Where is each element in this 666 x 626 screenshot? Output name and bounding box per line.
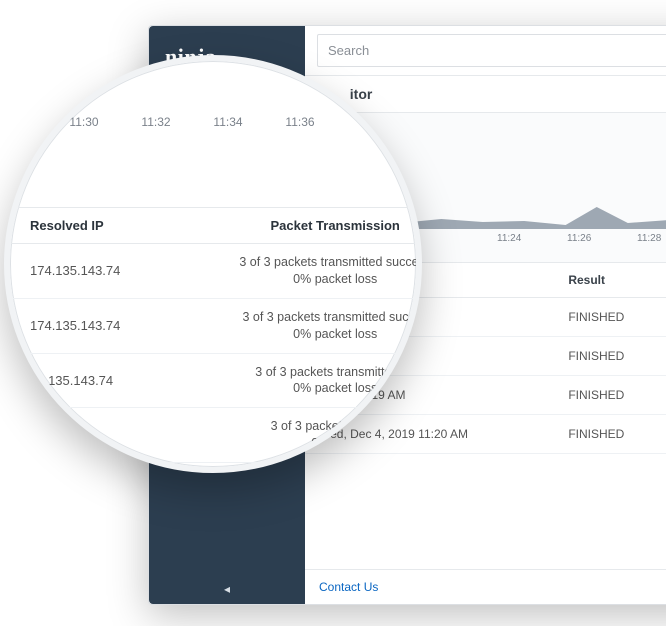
magnifier-lens: 8 11:30 11:32 11:34 11:36 Resolved IP Pa… — [4, 55, 422, 473]
tick-label: 11:28 — [637, 233, 666, 244]
tick-label: 11:24 — [497, 233, 567, 244]
table-row[interactable]: 43.74 3 of 3 packets transmitt 0% pack — [4, 408, 422, 463]
footer: Contact Us — [305, 569, 666, 604]
lens-table: Resolved IP Packet Transmission 174.135.… — [4, 207, 422, 463]
tick-label: 11:34 — [192, 115, 264, 129]
tick-label: 11:36 — [264, 115, 336, 129]
col-packet-tx: Packet Transmission — [188, 208, 422, 244]
table-row[interactable]: 174.135.143.74 3 of 3 packets transmitte… — [4, 244, 422, 299]
table-row[interactable]: 174.135.143.74 3 of 3 packets transmitte… — [4, 298, 422, 353]
tick-label: 11:26 — [567, 233, 637, 244]
cell-packet: 3 of 3 packets transmitt 0% pack — [188, 408, 422, 463]
tick-label: 11:32 — [120, 115, 192, 129]
cell-ip: 74.135.143.74 — [4, 353, 188, 408]
lens-x-ticks: 8 11:30 11:32 11:34 11:36 — [4, 55, 422, 137]
tick-label: 11:30 — [48, 115, 120, 129]
sidebar-collapse-button[interactable]: ◂ — [149, 582, 305, 596]
cell-packet: 3 of 3 packets transmitted succes 0% pac… — [188, 298, 422, 353]
cell-ip: 174.135.143.74 — [4, 298, 188, 353]
table-row[interactable]: 74.135.143.74 3 of 3 packets transmitted… — [4, 353, 422, 408]
chevron-left-icon: ◂ — [224, 582, 230, 596]
cell-ip: 174.135.143.74 — [4, 244, 188, 299]
cell-packet: 3 of 3 packets transmitted success 0% pa… — [188, 244, 422, 299]
col-result: Result — [554, 263, 666, 298]
contact-us-link[interactable]: Contact Us — [319, 580, 378, 594]
table-header-row: Resolved IP Packet Transmission — [4, 208, 422, 244]
col-resolved-ip: Resolved IP — [4, 208, 188, 244]
cell-ip: 43.74 — [4, 408, 188, 463]
tick-label: 8 — [4, 115, 48, 129]
cell-packet: 3 of 3 packets transmitted su 0% packet … — [188, 353, 422, 408]
